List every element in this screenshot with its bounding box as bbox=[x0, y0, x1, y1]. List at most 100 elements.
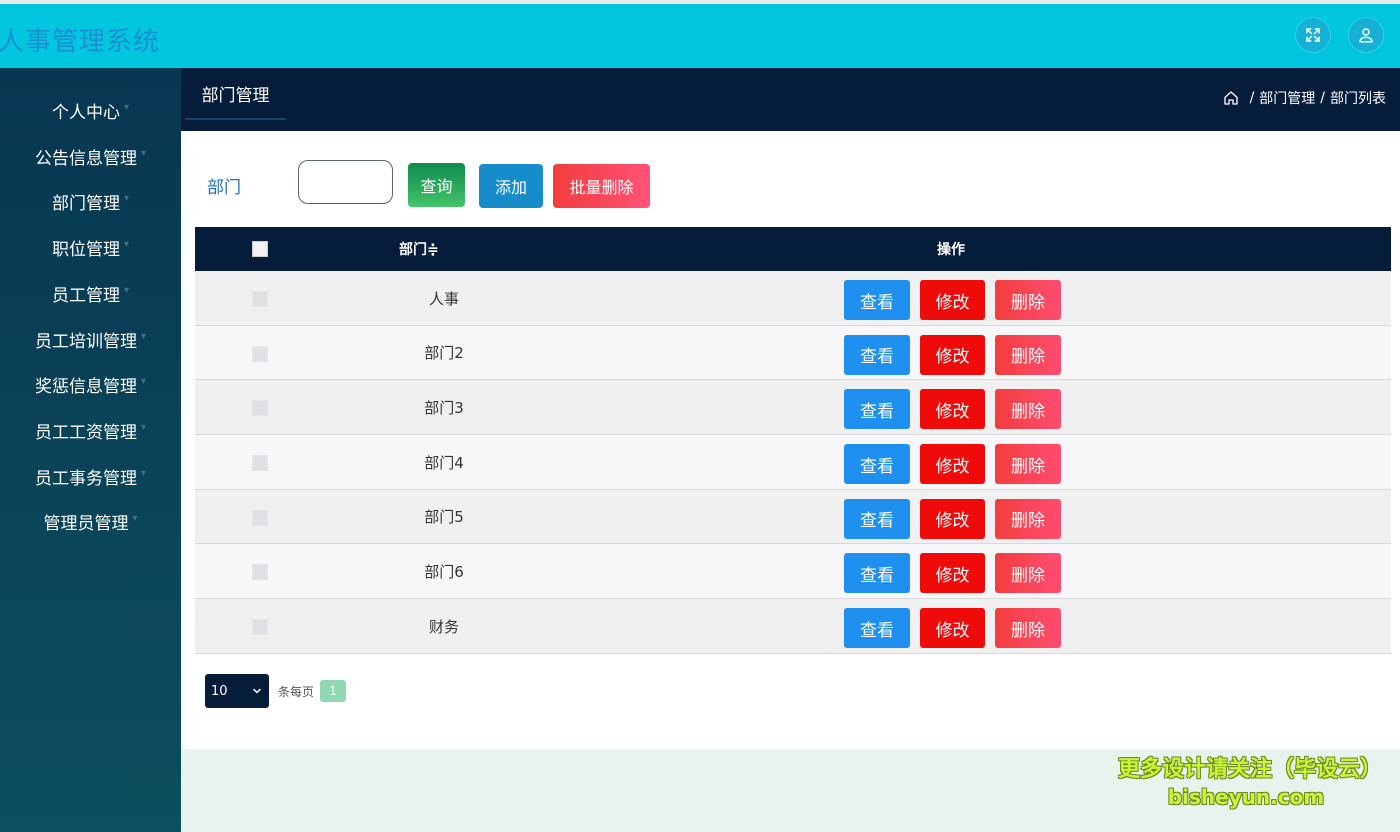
view-button[interactable]: 查看 bbox=[844, 608, 910, 649]
add-button[interactable]: 添加 bbox=[479, 164, 543, 208]
sidebar-item-training[interactable]: 员工培训管理 ▾ bbox=[0, 319, 181, 359]
edit-button[interactable]: 修改 bbox=[920, 444, 985, 485]
row-checkbox[interactable] bbox=[252, 619, 268, 636]
department-name: 部门5 bbox=[424, 508, 464, 527]
select-all-checkbox[interactable] bbox=[252, 241, 268, 257]
page-size-select[interactable]: 10 bbox=[205, 674, 269, 708]
department-name: 人事 bbox=[428, 289, 459, 308]
user-icon bbox=[1359, 28, 1373, 43]
sidebar-item-announcements[interactable]: 公告信息管理 ▾ bbox=[0, 136, 181, 176]
table-row: 人事 查看 修改 删除 bbox=[195, 271, 1391, 326]
sidebar-item-label: 职位管理 bbox=[51, 239, 120, 260]
caret-down-icon: ▾ bbox=[123, 192, 130, 204]
caret-down-icon: ▾ bbox=[140, 467, 147, 479]
watermark-url: bisheyun.com bbox=[1167, 785, 1325, 809]
row-checkbox[interactable] bbox=[252, 564, 268, 581]
breadcrumb-separator: / bbox=[1320, 90, 1325, 106]
delete-button[interactable]: 删除 bbox=[995, 444, 1061, 485]
sidebar-item-positions[interactable]: 职位管理 ▾ bbox=[0, 227, 181, 267]
delete-button[interactable]: 删除 bbox=[995, 553, 1061, 594]
tab-department-management[interactable]: 部门管理 bbox=[185, 68, 286, 120]
view-button[interactable]: 查看 bbox=[844, 389, 910, 430]
sidebar-item-label: 员工培训管理 bbox=[34, 331, 137, 352]
delete-button[interactable]: 删除 bbox=[995, 608, 1061, 649]
delete-button[interactable]: 删除 bbox=[995, 334, 1061, 375]
breadcrumb-item[interactable]: 部门管理 bbox=[1259, 88, 1315, 108]
sidebar-item-admins[interactable]: 管理员管理 ▾ bbox=[0, 501, 181, 541]
row-checkbox[interactable] bbox=[252, 455, 268, 472]
table-row: 部门2 查看 修改 删除 bbox=[195, 325, 1391, 381]
caret-down-icon: ▾ bbox=[140, 421, 147, 433]
edit-button[interactable]: 修改 bbox=[920, 498, 985, 539]
table-row: 部门4 查看 修改 删除 bbox=[195, 435, 1391, 490]
department-name: 部门2 bbox=[424, 344, 464, 363]
table-row: 部门5 查看 修改 删除 bbox=[195, 489, 1391, 545]
sidebar-item-label: 员工管理 bbox=[51, 285, 120, 306]
sidebar-item-label: 个人中心 bbox=[51, 102, 120, 123]
sidebar: 个人中心 ▾ 公告信息管理 ▾ 部门管理 ▾ 职位管理 ▾ 员工管理 ▾ 员工培训管理 ▾ … bbox=[0, 68, 181, 832]
pagination: 10 条每页 1 bbox=[205, 674, 347, 708]
caret-down-icon: ▾ bbox=[123, 284, 130, 296]
chevron-down-icon bbox=[253, 688, 261, 694]
query-button[interactable]: 查询 bbox=[408, 163, 465, 207]
caret-down-icon: ▾ bbox=[140, 330, 147, 342]
edit-button[interactable]: 修改 bbox=[920, 389, 985, 430]
sidebar-item-personal-center[interactable]: 个人中心 ▾ bbox=[0, 90, 181, 130]
edit-button[interactable]: 修改 bbox=[920, 334, 985, 375]
user-menu-button[interactable] bbox=[1348, 17, 1384, 53]
edit-button[interactable]: 修改 bbox=[920, 553, 985, 594]
delete-button[interactable]: 删除 bbox=[995, 280, 1061, 320]
view-button[interactable]: 查看 bbox=[844, 553, 910, 594]
sidebar-item-label: 员工事务管理 bbox=[34, 468, 137, 489]
batch-delete-button[interactable]: 批量删除 bbox=[553, 164, 650, 208]
sidebar-item-salary[interactable]: 员工工资管理 ▾ bbox=[0, 410, 181, 450]
department-filter-input[interactable] bbox=[298, 160, 393, 204]
sidebar-item-label: 奖惩信息管理 bbox=[34, 376, 137, 397]
watermark: 更多设计请关注（毕设云） bisheyun.com bbox=[1118, 756, 1383, 810]
watermark-line: 更多设计请关注（毕设云） bbox=[1118, 757, 1383, 782]
department-filter-label: 部门 bbox=[207, 178, 241, 198]
caret-down-icon: ▾ bbox=[140, 147, 147, 159]
delete-button[interactable]: 删除 bbox=[995, 498, 1061, 539]
row-checkbox[interactable] bbox=[252, 509, 268, 526]
edit-button[interactable]: 修改 bbox=[920, 608, 985, 649]
delete-button[interactable]: 删除 bbox=[995, 389, 1061, 430]
home-icon[interactable] bbox=[1223, 90, 1239, 106]
breadcrumb-item: 部门列表 bbox=[1330, 91, 1386, 107]
breadcrumb: / 部门管理 / 部门列表 bbox=[1223, 88, 1386, 108]
view-button[interactable]: 查看 bbox=[844, 334, 910, 375]
app-title: 人事管理系统 bbox=[0, 27, 161, 57]
sidebar-item-affairs[interactable]: 员工事务管理 ▾ bbox=[0, 456, 181, 496]
fullscreen-button[interactable] bbox=[1295, 17, 1331, 53]
per-page-label: 条每页 bbox=[278, 684, 315, 699]
view-button[interactable]: 查看 bbox=[844, 280, 910, 320]
row-checkbox[interactable] bbox=[252, 400, 268, 417]
row-checkbox[interactable] bbox=[252, 291, 268, 307]
sidebar-item-label: 部门管理 bbox=[51, 193, 120, 214]
department-name: 部门4 bbox=[424, 453, 464, 472]
row-checkbox[interactable] bbox=[252, 345, 268, 362]
main-content: 部门 查询 添加 批量删除 部门≑ 操作 人事 查看 修改 删除 部门2 查看 … bbox=[181, 131, 1400, 749]
sidebar-item-label: 员工工资管理 bbox=[34, 422, 137, 443]
view-button[interactable]: 查看 bbox=[844, 444, 910, 485]
table-row: 部门6 查看 修改 删除 bbox=[195, 544, 1391, 600]
sidebar-item-employees[interactable]: 员工管理 ▾ bbox=[0, 273, 181, 313]
sidebar-item-departments[interactable]: 部门管理 ▾ bbox=[0, 181, 181, 221]
caret-down-icon: ▾ bbox=[123, 101, 130, 113]
department-name: 财务 bbox=[428, 617, 459, 636]
sidebar-item-label: 管理员管理 bbox=[43, 513, 129, 534]
main-header: 部门管理 / 部门管理 / 部门列表 bbox=[181, 68, 1400, 131]
edit-button[interactable]: 修改 bbox=[920, 280, 985, 320]
view-button[interactable]: 查看 bbox=[844, 498, 910, 539]
department-name: 部门6 bbox=[424, 562, 464, 581]
caret-down-icon: ▾ bbox=[140, 375, 147, 387]
caret-down-icon: ▾ bbox=[123, 238, 130, 250]
expand-arrows-icon bbox=[1306, 28, 1320, 42]
table-row: 部门3 查看 修改 删除 bbox=[195, 380, 1391, 436]
column-header-actions: 操作 bbox=[937, 242, 965, 258]
table-header: 部门≑ 操作 bbox=[195, 227, 1391, 271]
page-number-button[interactable]: 1 bbox=[320, 680, 347, 702]
page-size-value: 10 bbox=[211, 683, 228, 699]
column-header-department[interactable]: 部门≑ bbox=[399, 227, 439, 271]
sidebar-item-rewards[interactable]: 奖惩信息管理 ▾ bbox=[0, 364, 181, 404]
